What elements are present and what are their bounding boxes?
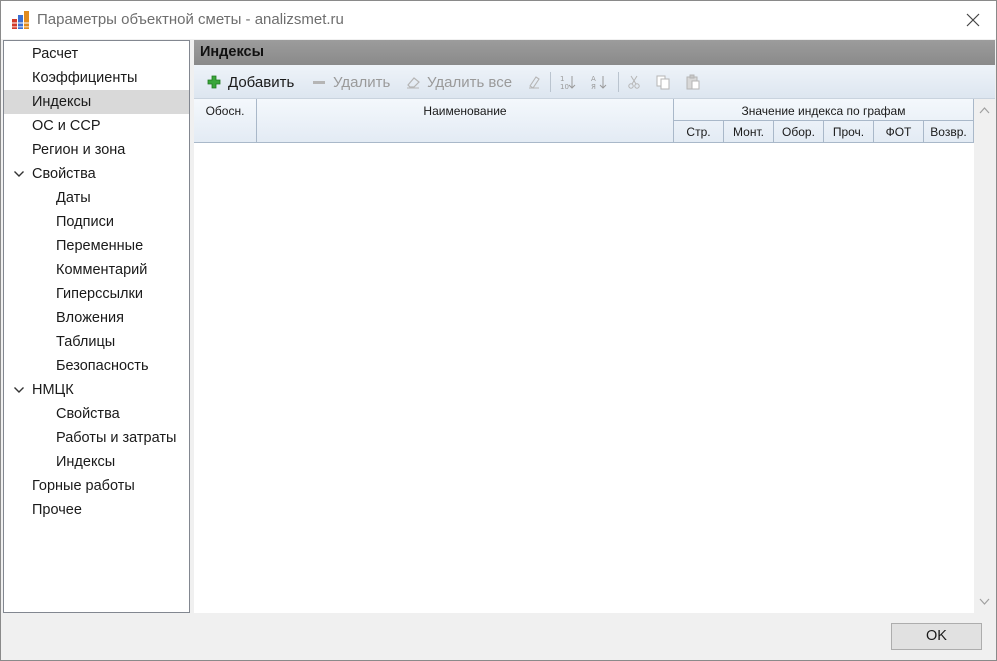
tree-item-label: Регион и зона	[32, 142, 126, 158]
column-header-proch[interactable]: Проч.	[824, 121, 874, 143]
tree-item-label: Расчет	[32, 46, 79, 62]
tree-item-label: Коэффициенты	[32, 70, 138, 86]
svg-text:A: A	[591, 75, 596, 83]
tree-item-label: Горные работы	[32, 478, 135, 494]
dialog-window: Параметры объектной сметы - analizsmet.r…	[0, 0, 997, 661]
svg-text:Я: Я	[591, 83, 596, 90]
title-bar: Параметры объектной сметы - analizsmet.r…	[1, 1, 996, 39]
tree-item-label: Индексы	[32, 94, 92, 110]
svg-text:10: 10	[560, 83, 569, 90]
add-button[interactable]: Добавить	[206, 70, 294, 94]
tree-item[interactable]: Прочее	[4, 498, 189, 522]
sort-numeric-icon[interactable]: 1 10	[560, 74, 576, 90]
close-icon	[966, 13, 980, 27]
column-header-mont[interactable]: Монт.	[724, 121, 774, 143]
tree-item[interactable]: Вложения	[4, 306, 189, 330]
scroll-up-icon[interactable]	[979, 106, 990, 114]
tree-item-label: НМЦК	[32, 382, 74, 398]
indices-grid[interactable]: Обосн. Наименование Значение индекса по …	[194, 99, 995, 613]
chevron-down-icon[interactable]	[13, 384, 25, 396]
tree-item[interactable]: Даты	[4, 186, 189, 210]
column-header-fot[interactable]: ФОТ	[874, 121, 924, 143]
toolbar: Добавить Удалить Удалить все 1 10 A Я	[194, 65, 995, 99]
column-header-vozvr[interactable]: Возвр.	[924, 121, 974, 143]
grid-header: Обосн. Наименование Значение индекса по …	[194, 99, 974, 143]
eraser-icon	[407, 77, 420, 89]
minus-icon	[313, 81, 325, 84]
vertical-scrollbar[interactable]	[974, 99, 995, 613]
cut-icon[interactable]	[626, 74, 642, 90]
tree-item[interactable]: Индексы	[4, 450, 189, 474]
close-button[interactable]	[950, 1, 996, 39]
tree-item-label: Работы и затраты	[56, 430, 177, 446]
tree-item-label: Комментарий	[56, 262, 148, 278]
tree-item-label: Безопасность	[56, 358, 149, 374]
column-group-header: Значение индекса по графам	[674, 99, 974, 121]
tree-item[interactable]: Комментарий	[4, 258, 189, 282]
ok-button[interactable]: OK	[891, 623, 982, 650]
tree-item-label: Свойства	[32, 166, 96, 182]
toolbar-separator	[550, 72, 551, 92]
tree-item[interactable]: Регион и зона	[4, 138, 189, 162]
delete-all-button-label: Удалить все	[427, 73, 513, 91]
toolbar-separator	[618, 72, 619, 92]
tree-item[interactable]: НМЦК	[4, 378, 189, 402]
svg-text:1: 1	[560, 75, 564, 83]
tree-item-label: Гиперссылки	[56, 286, 143, 302]
settings-tree: Расчет Коэффициенты Индексы ОС и ССР Регион …	[3, 40, 190, 613]
tree-item-label: Подписи	[56, 214, 114, 230]
tree-item[interactable]: Коэффициенты	[4, 66, 189, 90]
sort-alpha-icon[interactable]: A Я	[591, 74, 607, 90]
delete-button-label: Удалить	[333, 73, 391, 91]
tree-item[interactable]: Таблицы	[4, 330, 189, 354]
tree-item[interactable]: Индексы	[4, 90, 189, 114]
tree-item-label: Таблицы	[56, 334, 116, 350]
copy-icon[interactable]	[655, 74, 671, 90]
app-icon	[12, 11, 29, 29]
add-button-label: Добавить	[228, 73, 295, 91]
tree-item-label: Вложения	[56, 310, 124, 326]
tree-item[interactable]: Свойства	[4, 402, 189, 426]
tree-item-label: Даты	[56, 190, 91, 206]
tree-item-label: Свойства	[56, 406, 120, 422]
paste-icon[interactable]	[685, 74, 701, 90]
tree-item[interactable]: Подписи	[4, 210, 189, 234]
tree-item[interactable]: Безопасность	[4, 354, 189, 378]
delete-all-button[interactable]: Удалить все	[405, 70, 512, 94]
tree-item-label: Прочее	[32, 502, 82, 518]
column-header-str[interactable]: Стр.	[674, 121, 724, 143]
tree-item[interactable]: Свойства	[4, 162, 189, 186]
tree-item[interactable]: Гиперссылки	[4, 282, 189, 306]
scroll-down-icon[interactable]	[979, 598, 990, 606]
clear-format-icon[interactable]	[526, 74, 542, 90]
panel-title: Индексы	[194, 40, 995, 65]
column-header-name[interactable]: Наименование	[257, 99, 674, 143]
window-title: Параметры объектной сметы - analizsmet.r…	[37, 11, 344, 28]
tree-item-label: ОС и ССР	[32, 118, 101, 134]
tree-item-label: Переменные	[56, 238, 144, 254]
tree-item[interactable]: Расчет	[4, 42, 189, 66]
column-header-basis[interactable]: Обосн.	[194, 99, 257, 143]
tree-item[interactable]: Переменные	[4, 234, 189, 258]
tree-item[interactable]: Работы и затраты	[4, 426, 189, 450]
chevron-down-icon[interactable]	[13, 168, 25, 180]
plus-icon	[207, 75, 221, 89]
delete-button[interactable]: Удалить	[311, 70, 390, 94]
tree-item[interactable]: ОС и ССР	[4, 114, 189, 138]
tree-item-label: Индексы	[56, 454, 116, 470]
tree-item[interactable]: Горные работы	[4, 474, 189, 498]
column-header-obor[interactable]: Обор.	[774, 121, 824, 143]
